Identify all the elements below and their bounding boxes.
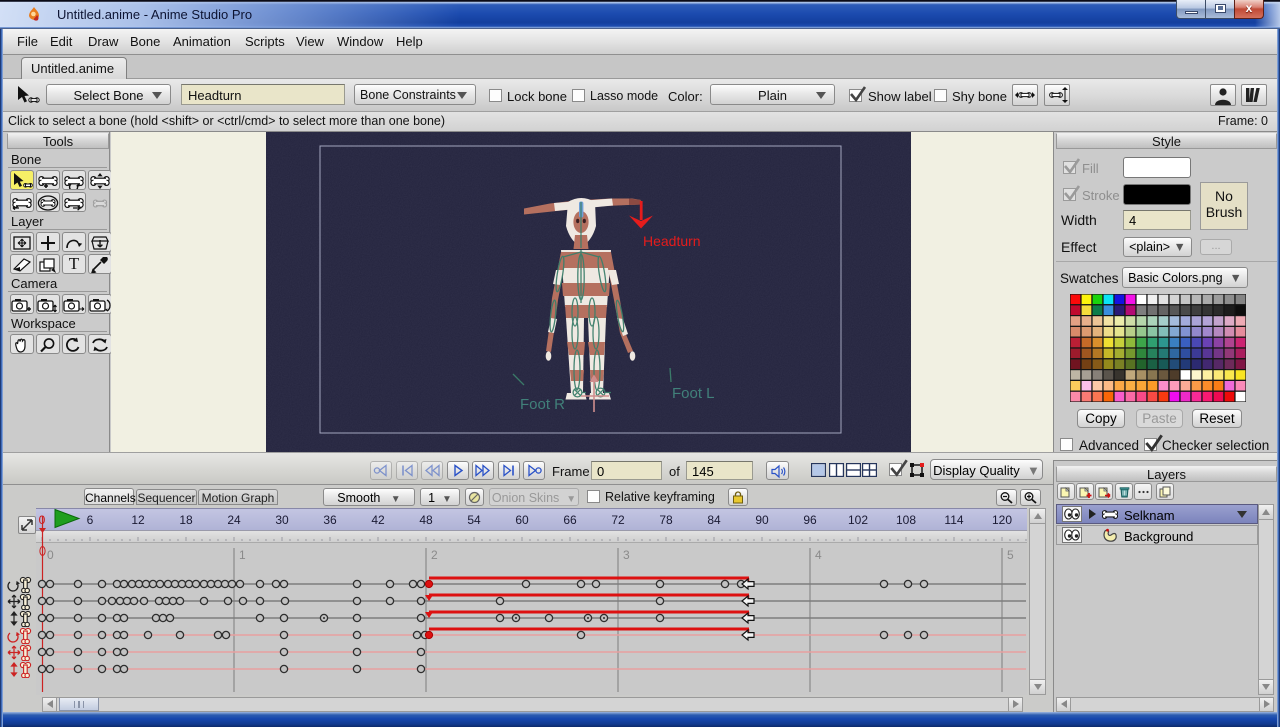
svg-text:120: 120 [992, 513, 1012, 527]
svg-text:3: 3 [623, 548, 630, 562]
svg-text:114: 114 [944, 513, 963, 527]
svg-text:72: 72 [611, 513, 625, 527]
svg-text:42: 42 [371, 513, 385, 527]
svg-text:96: 96 [803, 513, 817, 527]
svg-text:30: 30 [275, 513, 289, 527]
svg-text:66: 66 [563, 513, 577, 527]
svg-text:5: 5 [1007, 548, 1014, 562]
svg-text:0: 0 [47, 548, 54, 562]
svg-text:78: 78 [659, 513, 673, 527]
svg-text:24: 24 [227, 513, 241, 527]
svg-text:102: 102 [848, 513, 868, 527]
svg-text:12: 12 [131, 513, 145, 527]
svg-text:108: 108 [896, 513, 916, 527]
svg-text:36: 36 [323, 513, 337, 527]
svg-text:6: 6 [87, 513, 94, 527]
svg-text:4: 4 [815, 548, 822, 562]
svg-text:84: 84 [707, 513, 721, 527]
svg-text:54: 54 [467, 513, 481, 527]
svg-text:60: 60 [515, 513, 529, 527]
svg-text:2: 2 [431, 548, 438, 562]
svg-text:90: 90 [755, 513, 769, 527]
svg-text:48: 48 [419, 513, 433, 527]
svg-text:1: 1 [239, 548, 246, 562]
svg-text:18: 18 [179, 513, 193, 527]
